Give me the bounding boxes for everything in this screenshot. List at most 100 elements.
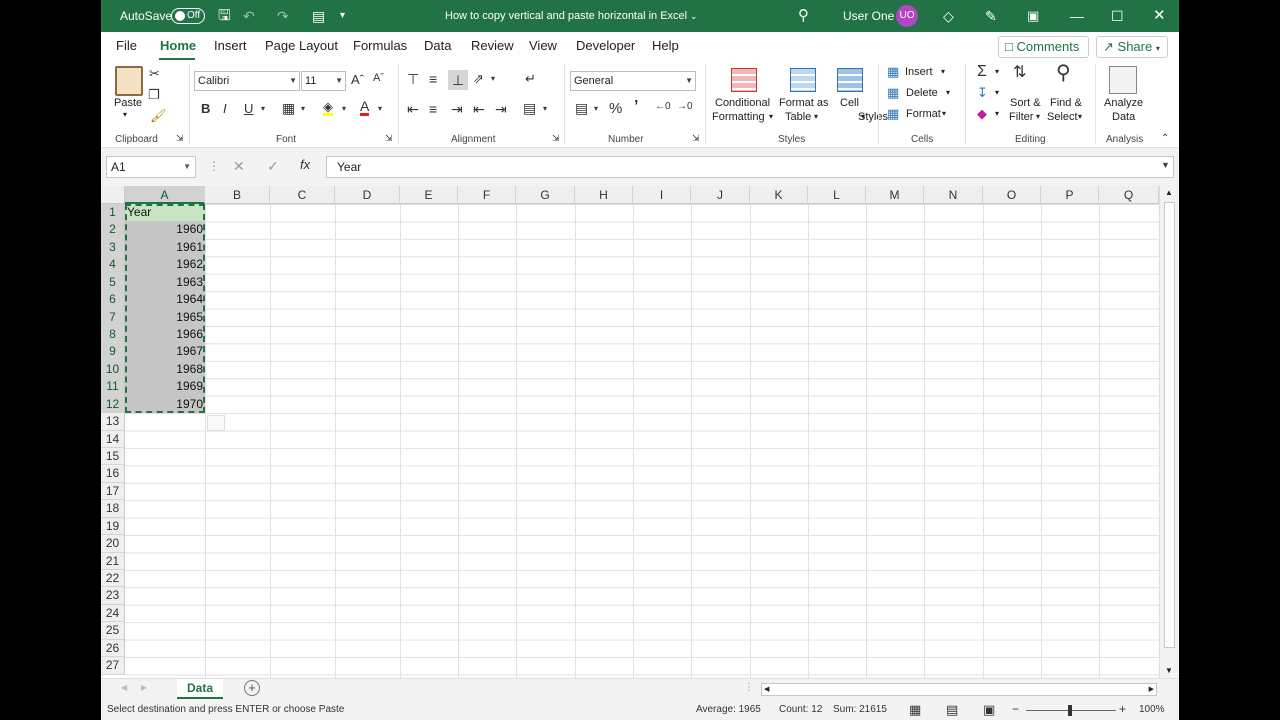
align-right-icon[interactable]: ⇥: [451, 102, 463, 116]
chevron-down-icon[interactable]: ▾: [301, 105, 305, 113]
row-header[interactable]: 16: [101, 465, 125, 483]
next-sheet-icon[interactable]: ▶: [141, 683, 147, 692]
format-as-table-icon[interactable]: [790, 68, 816, 92]
find-select-icon[interactable]: ⚲: [1056, 63, 1071, 83]
row-header[interactable]: 20: [101, 535, 125, 553]
column-header-i[interactable]: I: [633, 186, 691, 204]
dialog-launcher-icon[interactable]: ⇲: [552, 134, 560, 143]
row-header[interactable]: 27: [101, 657, 125, 675]
merge-center-icon[interactable]: ▤: [523, 101, 536, 115]
wrap-text-icon[interactable]: ↵: [525, 72, 536, 85]
ribbon-display-icon[interactable]: ▣: [1027, 0, 1039, 32]
conditional-formatting-icon[interactable]: [731, 68, 757, 92]
customize-qat-icon[interactable]: ▾: [340, 0, 345, 32]
chevron-down-icon[interactable]: ▾: [942, 109, 946, 118]
zoom-level[interactable]: 100%: [1139, 704, 1165, 715]
chevron-down-icon[interactable]: ▾: [342, 105, 346, 113]
delete-cells-icon[interactable]: ▦: [887, 86, 899, 99]
find-select-label-2[interactable]: Select: [1047, 111, 1078, 123]
chevron-down-icon[interactable]: ▾: [995, 88, 999, 97]
column-header-l[interactable]: L: [808, 186, 866, 204]
zoom-slider-thumb[interactable]: [1068, 705, 1072, 716]
row-header[interactable]: 12: [101, 395, 125, 414]
column-header-e[interactable]: E: [400, 186, 458, 204]
row-header[interactable]: 26: [101, 639, 125, 658]
cancel-icon[interactable]: ✕: [233, 158, 245, 175]
clear-icon[interactable]: ◆: [977, 107, 987, 120]
italic-icon[interactable]: I: [223, 102, 227, 115]
borders-icon[interactable]: ▦: [282, 101, 295, 115]
row-header[interactable]: 11: [101, 378, 125, 396]
comma-style-icon[interactable]: ’: [634, 99, 638, 115]
row-header[interactable]: 25: [101, 622, 125, 640]
format-as-table-label-2[interactable]: Table: [785, 111, 811, 123]
autosum-icon[interactable]: Σ: [977, 64, 987, 80]
row-header[interactable]: 15: [101, 448, 125, 466]
align-center-icon[interactable]: ≡: [429, 102, 437, 116]
insert-function-icon[interactable]: fx: [300, 157, 310, 172]
dialog-launcher-icon[interactable]: ⇲: [692, 134, 700, 143]
scroll-left-icon[interactable]: ◀: [764, 685, 769, 693]
row-header[interactable]: 3: [101, 238, 125, 257]
chevron-down-icon[interactable]: ▾: [769, 112, 773, 121]
font-name-select[interactable]: Calibri ▼: [194, 71, 300, 91]
autosave-toggle[interactable]: Off: [171, 8, 205, 24]
column-header-k[interactable]: K: [750, 186, 808, 204]
tab-review[interactable]: Review: [471, 38, 514, 53]
format-cells-icon[interactable]: ▦: [887, 107, 899, 120]
cell-styles-label-1[interactable]: Cell: [840, 97, 859, 109]
cut-icon[interactable]: ✂: [149, 67, 160, 80]
minimize-icon[interactable]: —: [1070, 0, 1084, 32]
tab-file[interactable]: File: [116, 38, 137, 53]
column-header-n[interactable]: N: [924, 186, 983, 204]
format-painter-icon[interactable]: 🖌: [150, 109, 167, 122]
row-header[interactable]: 10: [101, 360, 125, 379]
form-icon[interactable]: ▤: [312, 0, 325, 32]
column-header-m[interactable]: M: [866, 186, 924, 204]
normal-view-icon[interactable]: ▦: [909, 702, 921, 718]
page-layout-view-icon[interactable]: ▤: [946, 702, 958, 718]
premium-icon[interactable]: ◇: [943, 0, 954, 32]
zoom-in-icon[interactable]: +: [1119, 702, 1126, 716]
conditional-formatting-label-1[interactable]: Conditional: [715, 97, 770, 109]
analyze-data-icon[interactable]: [1109, 66, 1137, 94]
column-header-o[interactable]: O: [983, 186, 1041, 204]
add-sheet-icon[interactable]: +: [244, 680, 260, 696]
chevron-down-icon[interactable]: ▾: [378, 105, 382, 113]
row-header[interactable]: 22: [101, 570, 125, 588]
sort-filter-icon[interactable]: ⇅: [1013, 65, 1026, 81]
sort-filter-label-1[interactable]: Sort &: [1010, 97, 1041, 109]
row-header[interactable]: 19: [101, 517, 125, 536]
dialog-launcher-icon[interactable]: ⇲: [385, 134, 393, 143]
zoom-out-icon[interactable]: −: [1012, 702, 1019, 716]
fill-icon[interactable]: ↧: [977, 86, 988, 99]
collapse-ribbon-icon[interactable]: ⌃: [1161, 134, 1169, 144]
sheet-tab-data[interactable]: Data: [177, 679, 223, 699]
column-header-f[interactable]: F: [458, 186, 516, 204]
insert-cells-icon[interactable]: ▦: [887, 65, 899, 78]
align-middle-icon[interactable]: ≡: [429, 72, 437, 86]
chevron-down-icon[interactable]: ▾: [261, 105, 265, 113]
row-header[interactable]: 24: [101, 604, 125, 623]
column-header-g[interactable]: G: [516, 186, 575, 204]
column-header-b[interactable]: B: [205, 186, 270, 204]
column-header-p[interactable]: P: [1041, 186, 1099, 204]
row-header[interactable]: 17: [101, 482, 125, 501]
scroll-up-icon[interactable]: ▲: [1165, 188, 1173, 197]
redo-icon[interactable]: ↷: [277, 0, 289, 32]
increase-decimal-icon[interactable]: ←0: [655, 102, 671, 112]
percent-icon[interactable]: %: [609, 101, 622, 116]
delete-label[interactable]: Delete: [906, 87, 938, 99]
column-header-q[interactable]: Q: [1099, 186, 1159, 204]
accounting-format-icon[interactable]: ▤: [575, 101, 588, 115]
sort-filter-label-2[interactable]: Filter: [1009, 111, 1033, 123]
decrease-indent-icon[interactable]: ⇤: [473, 102, 485, 116]
decrease-decimal-icon[interactable]: →0: [677, 102, 693, 112]
row-header[interactable]: 4: [101, 256, 125, 274]
user-name[interactable]: User One: [843, 0, 894, 32]
paste-label[interactable]: Paste: [114, 97, 142, 109]
fill-color-icon[interactable]: ◈: [323, 100, 333, 116]
row-header[interactable]: 7: [101, 308, 125, 326]
row-header[interactable]: 5: [101, 273, 125, 292]
chevron-down-icon[interactable]: ▾: [594, 105, 598, 113]
